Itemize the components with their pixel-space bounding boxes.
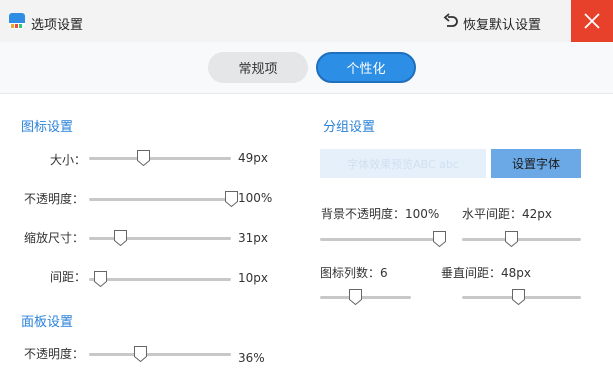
slider-thumb[interactable] [136, 150, 150, 166]
close-button[interactable] [571, 0, 613, 42]
icon-settings-title: 图标设置 [21, 120, 74, 135]
group-settings-title: 分组设置 [323, 120, 376, 135]
font-preview: 字体效果预览ABC abc [320, 149, 486, 178]
panel-opacity-label: 不透明度： [24, 347, 85, 361]
icon-opacity-slider[interactable] [89, 191, 238, 207]
icon-size-slider[interactable] [89, 150, 231, 166]
icon-opacity-label: 不透明度： [24, 192, 85, 206]
icon-size-value: 49px [238, 151, 268, 165]
slider-thumb[interactable] [348, 289, 362, 305]
columns-slider[interactable] [320, 289, 411, 305]
bg-opacity-slider[interactable] [320, 231, 446, 247]
tab-bar: 常规项 个性化 [0, 42, 613, 94]
slider-thumb[interactable] [134, 346, 148, 362]
panel-settings-title: 面板设置 [21, 315, 74, 330]
close-icon [584, 13, 600, 29]
v-spacing-slider[interactable] [462, 289, 581, 305]
undo-icon[interactable] [442, 13, 459, 30]
slider-thumb[interactable] [432, 231, 446, 247]
tab-personalization[interactable]: 个性化 [316, 52, 416, 83]
app-logo-icon [9, 13, 25, 29]
h-spacing-label: 水平间距：42px [462, 207, 553, 221]
icon-size-label: 大小： [50, 153, 87, 167]
icon-spacing-slider[interactable] [89, 271, 231, 287]
slider-thumb[interactable] [225, 191, 238, 207]
icon-spacing-label: 间距： [50, 270, 87, 284]
icon-spacing-value: 10px [238, 271, 268, 285]
v-spacing-label: 垂直间距：48px [441, 266, 532, 280]
reset-defaults-button[interactable]: 恢复默认设置 [463, 14, 541, 33]
columns-label: 图标列数：6 [320, 266, 388, 280]
tab-general[interactable]: 常规项 [208, 52, 308, 83]
slider-thumb[interactable] [94, 271, 108, 287]
window-title: 选项设置 [31, 18, 84, 33]
h-spacing-slider[interactable] [462, 231, 581, 247]
bg-opacity-label: 背景不透明度：100% [321, 207, 440, 221]
slider-thumb[interactable] [114, 230, 128, 246]
panel-opacity-slider[interactable] [89, 346, 231, 362]
scale-size-label: 缩放尺寸： [24, 231, 85, 245]
scale-size-slider[interactable] [89, 230, 231, 246]
title-bar: 选项设置 恢复默认设置 [0, 0, 613, 42]
scale-size-value: 31px [238, 231, 268, 245]
slider-thumb[interactable] [511, 289, 525, 305]
slider-thumb[interactable] [504, 231, 518, 247]
set-font-button[interactable]: 设置字体 [491, 149, 581, 178]
icon-opacity-value: 100% [238, 191, 273, 205]
panel-opacity-value: 36% [238, 351, 265, 365]
